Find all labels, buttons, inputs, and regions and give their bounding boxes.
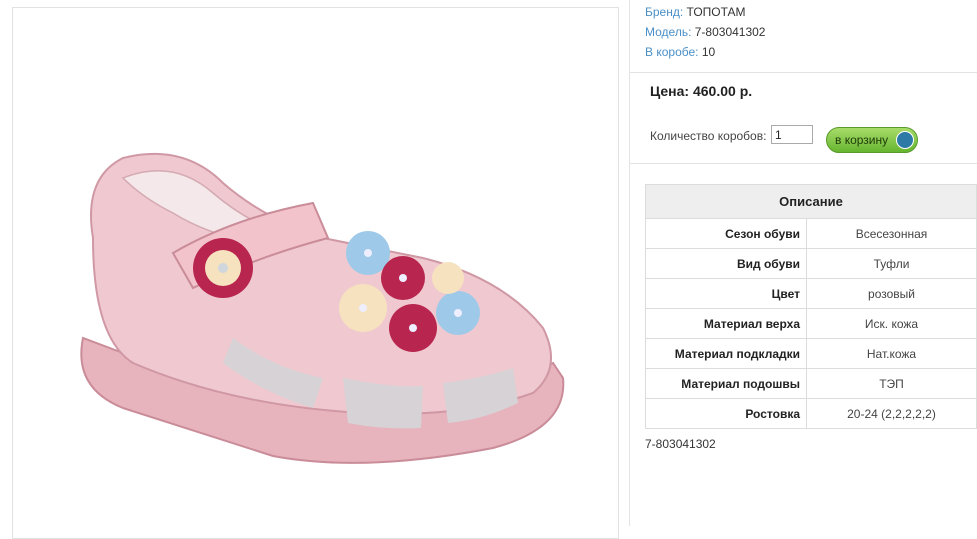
spec-key: Ростовка: [645, 398, 807, 429]
spec-key: Материал подкладки: [645, 338, 807, 369]
spec-value: 20-24 (2,2,2,2,2): [806, 398, 977, 429]
spec-key: Сезон обуви: [645, 218, 807, 249]
price: Цена: 460.00 р.: [650, 83, 753, 99]
model-line: Модель: 7-803041302: [645, 25, 765, 39]
spec-key: Материал подошвы: [645, 368, 807, 399]
cart-icon: [896, 131, 914, 149]
box-qty-label: В коробе:: [645, 45, 699, 59]
separator: [630, 72, 977, 73]
spec-value: розовый: [806, 278, 977, 309]
brand-label: Бренд:: [645, 5, 684, 19]
brand-line: Бренд: ТОПОТАМ: [645, 5, 746, 19]
spec-key: Вид обуви: [645, 248, 807, 279]
separator: [630, 163, 977, 164]
spec-value: Нат.кожа: [806, 338, 977, 369]
table-row: Материал верха Иск. кожа: [645, 308, 977, 339]
quantity-label: Количество коробов:: [650, 129, 767, 143]
description-table: Описание Сезон обуви Всесезонная Вид обу…: [645, 184, 977, 429]
table-row: Сезон обуви Всесезонная: [645, 218, 977, 249]
spec-value: Всесезонная: [806, 218, 977, 249]
table-row: Материал подошвы ТЭП: [645, 368, 977, 399]
product-image: [80, 152, 565, 464]
spec-value: Иск. кожа: [806, 308, 977, 339]
spec-key: Материал верха: [645, 308, 807, 339]
product-image-panel[interactable]: [12, 7, 619, 539]
table-row: Цвет розовый: [645, 278, 977, 309]
table-row: Вид обуви Туфли: [645, 248, 977, 279]
model-label: Модель:: [645, 25, 692, 39]
brand-value: ТОПОТАМ: [686, 5, 746, 19]
table-row: Материал подкладки Нат.кожа: [645, 338, 977, 369]
table-row: Ростовка 20-24 (2,2,2,2,2): [645, 398, 977, 429]
article-code: 7-803041302: [645, 437, 716, 451]
spec-value: ТЭП: [806, 368, 977, 399]
column-divider: [629, 0, 630, 526]
box-qty-line: В коробе: 10: [645, 45, 715, 59]
spec-key: Цвет: [645, 278, 807, 309]
spec-value: Туфли: [806, 248, 977, 279]
model-value: 7-803041302: [694, 25, 766, 39]
quantity-input[interactable]: [771, 125, 813, 144]
box-qty-value: 10: [701, 45, 716, 59]
add-to-cart-button[interactable]: в корзину: [826, 127, 918, 153]
add-to-cart-label: в корзину: [835, 133, 889, 147]
description-title: Описание: [645, 184, 977, 219]
